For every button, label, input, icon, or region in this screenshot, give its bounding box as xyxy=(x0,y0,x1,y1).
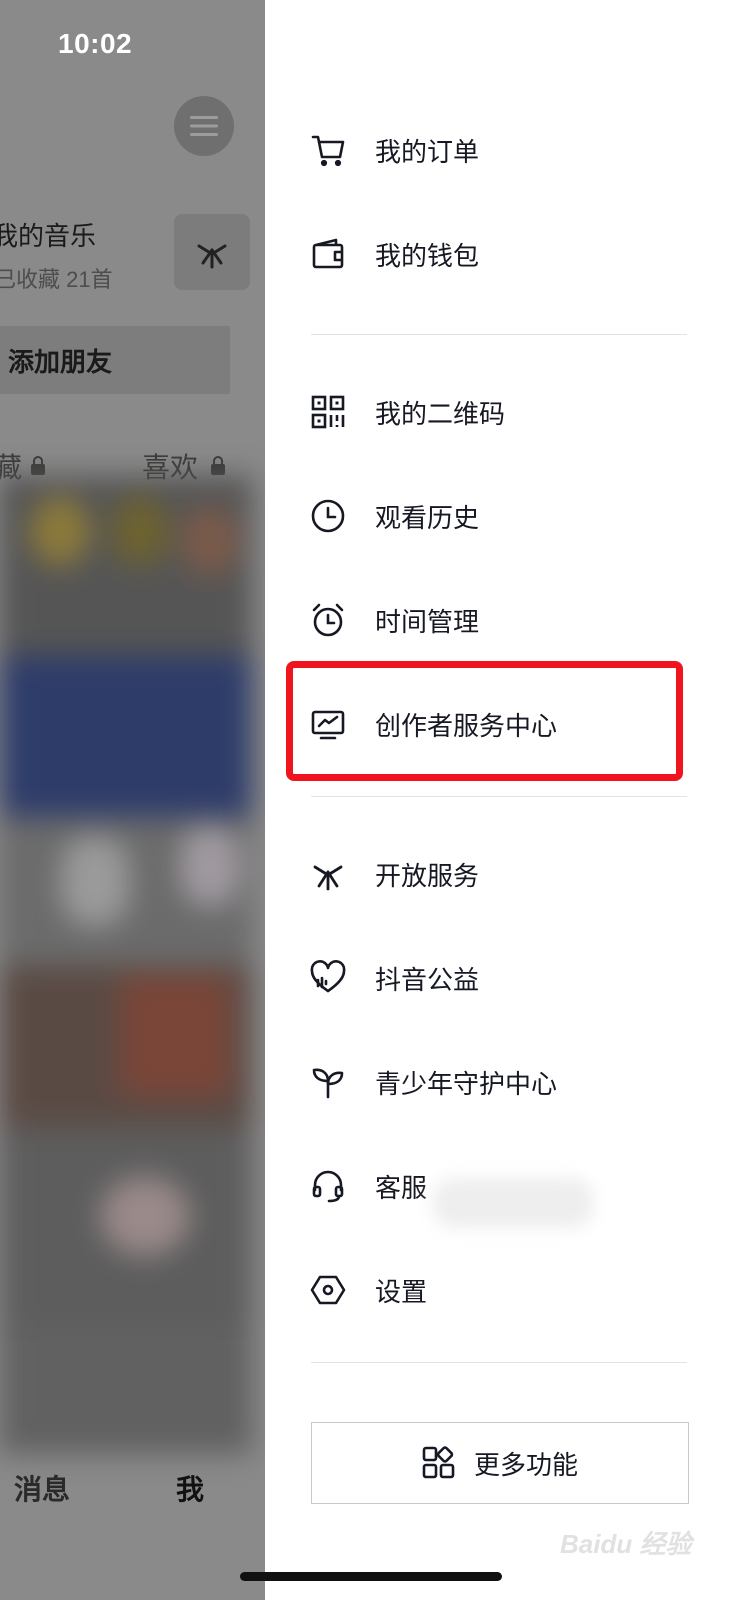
drawer-item-qr-code[interactable]: 我的二维码 xyxy=(309,382,505,442)
drawer-item-charity[interactable]: 抖音公益 xyxy=(309,948,479,1008)
watermark: Baidu 经验 xyxy=(560,1529,692,1559)
grid-apps-icon xyxy=(422,1446,455,1479)
drawer-item-label: 抖音公益 xyxy=(375,964,480,995)
drawer-item-label: 观看历史 xyxy=(375,502,480,533)
drawer-item-label: 设置 xyxy=(375,1276,428,1307)
drawer-item-open-services[interactable]: 开放服务 xyxy=(309,844,479,904)
heart-icon xyxy=(309,959,347,997)
add-friend-button[interactable]: 添加朋友 xyxy=(0,326,230,394)
drawer-item-label: 客服 xyxy=(375,1172,428,1203)
divider xyxy=(311,796,687,797)
cart-icon xyxy=(309,131,347,169)
drawer-item-youth-protection[interactable]: 青少年守护中心 xyxy=(309,1052,557,1112)
headset-icon xyxy=(309,1167,347,1205)
home-indicator[interactable] xyxy=(240,1572,502,1581)
blurred-video-grid xyxy=(0,476,252,1454)
drawer-item-label: 时间管理 xyxy=(375,606,480,637)
drawer-item-label: 开放服务 xyxy=(375,860,480,891)
alarm-clock-icon xyxy=(309,601,347,639)
side-drawer: 我的订单 我的钱包 我的二维码 观看历史 时间管理 创作者服务中心 开放服务 抖… xyxy=(265,0,739,1600)
hamburger-icon xyxy=(190,116,218,136)
more-features-label: 更多功能 xyxy=(473,1449,578,1480)
clock-icon xyxy=(309,497,347,535)
status-time: 10:02 xyxy=(58,28,133,59)
highlight-box xyxy=(286,661,683,781)
my-music-count: 已收藏 21首 xyxy=(0,267,113,292)
bottom-tab-messages[interactable]: 消息 xyxy=(14,1468,70,1508)
drawer-item-time-management[interactable]: 时间管理 xyxy=(309,590,479,650)
drawer-item-wallet[interactable]: 我的钱包 xyxy=(309,224,479,284)
profile-background: 10:02 我的音乐 已收藏 21首 添加朋友 藏 喜欢 消息 我 xyxy=(0,0,265,1600)
drawer-item-customer-service[interactable]: 客服 xyxy=(309,1156,427,1216)
wallet-icon xyxy=(309,235,347,273)
drawer-item-settings[interactable]: 设置 xyxy=(309,1260,427,1320)
more-features-button[interactable]: 更多功能 xyxy=(311,1422,689,1504)
lock-icon xyxy=(31,456,45,475)
divider xyxy=(311,334,687,335)
drawer-item-watch-history[interactable]: 观看历史 xyxy=(309,486,479,546)
drawer-item-orders[interactable]: 我的订单 xyxy=(309,120,479,180)
hamburger-menu-button[interactable] xyxy=(174,96,234,156)
drawer-item-label: 我的钱包 xyxy=(375,240,480,271)
drawer-item-label: 我的订单 xyxy=(375,136,480,167)
drawer-item-label: 我的二维码 xyxy=(375,398,506,429)
lock-icon xyxy=(211,456,225,475)
sprout-icon xyxy=(309,1063,347,1101)
music-service-button[interactable] xyxy=(174,214,250,290)
my-music-title[interactable]: 我的音乐 xyxy=(0,216,96,253)
bottom-tab-me[interactable]: 我 xyxy=(176,1468,204,1508)
redacted-text xyxy=(433,1178,593,1228)
divider xyxy=(311,1362,687,1363)
asterisk-icon xyxy=(309,855,347,893)
hexagon-settings-icon xyxy=(309,1271,347,1309)
asterisk-icon xyxy=(197,244,227,269)
qr-code-icon xyxy=(309,393,347,431)
drawer-item-label: 青少年守护中心 xyxy=(375,1068,558,1099)
